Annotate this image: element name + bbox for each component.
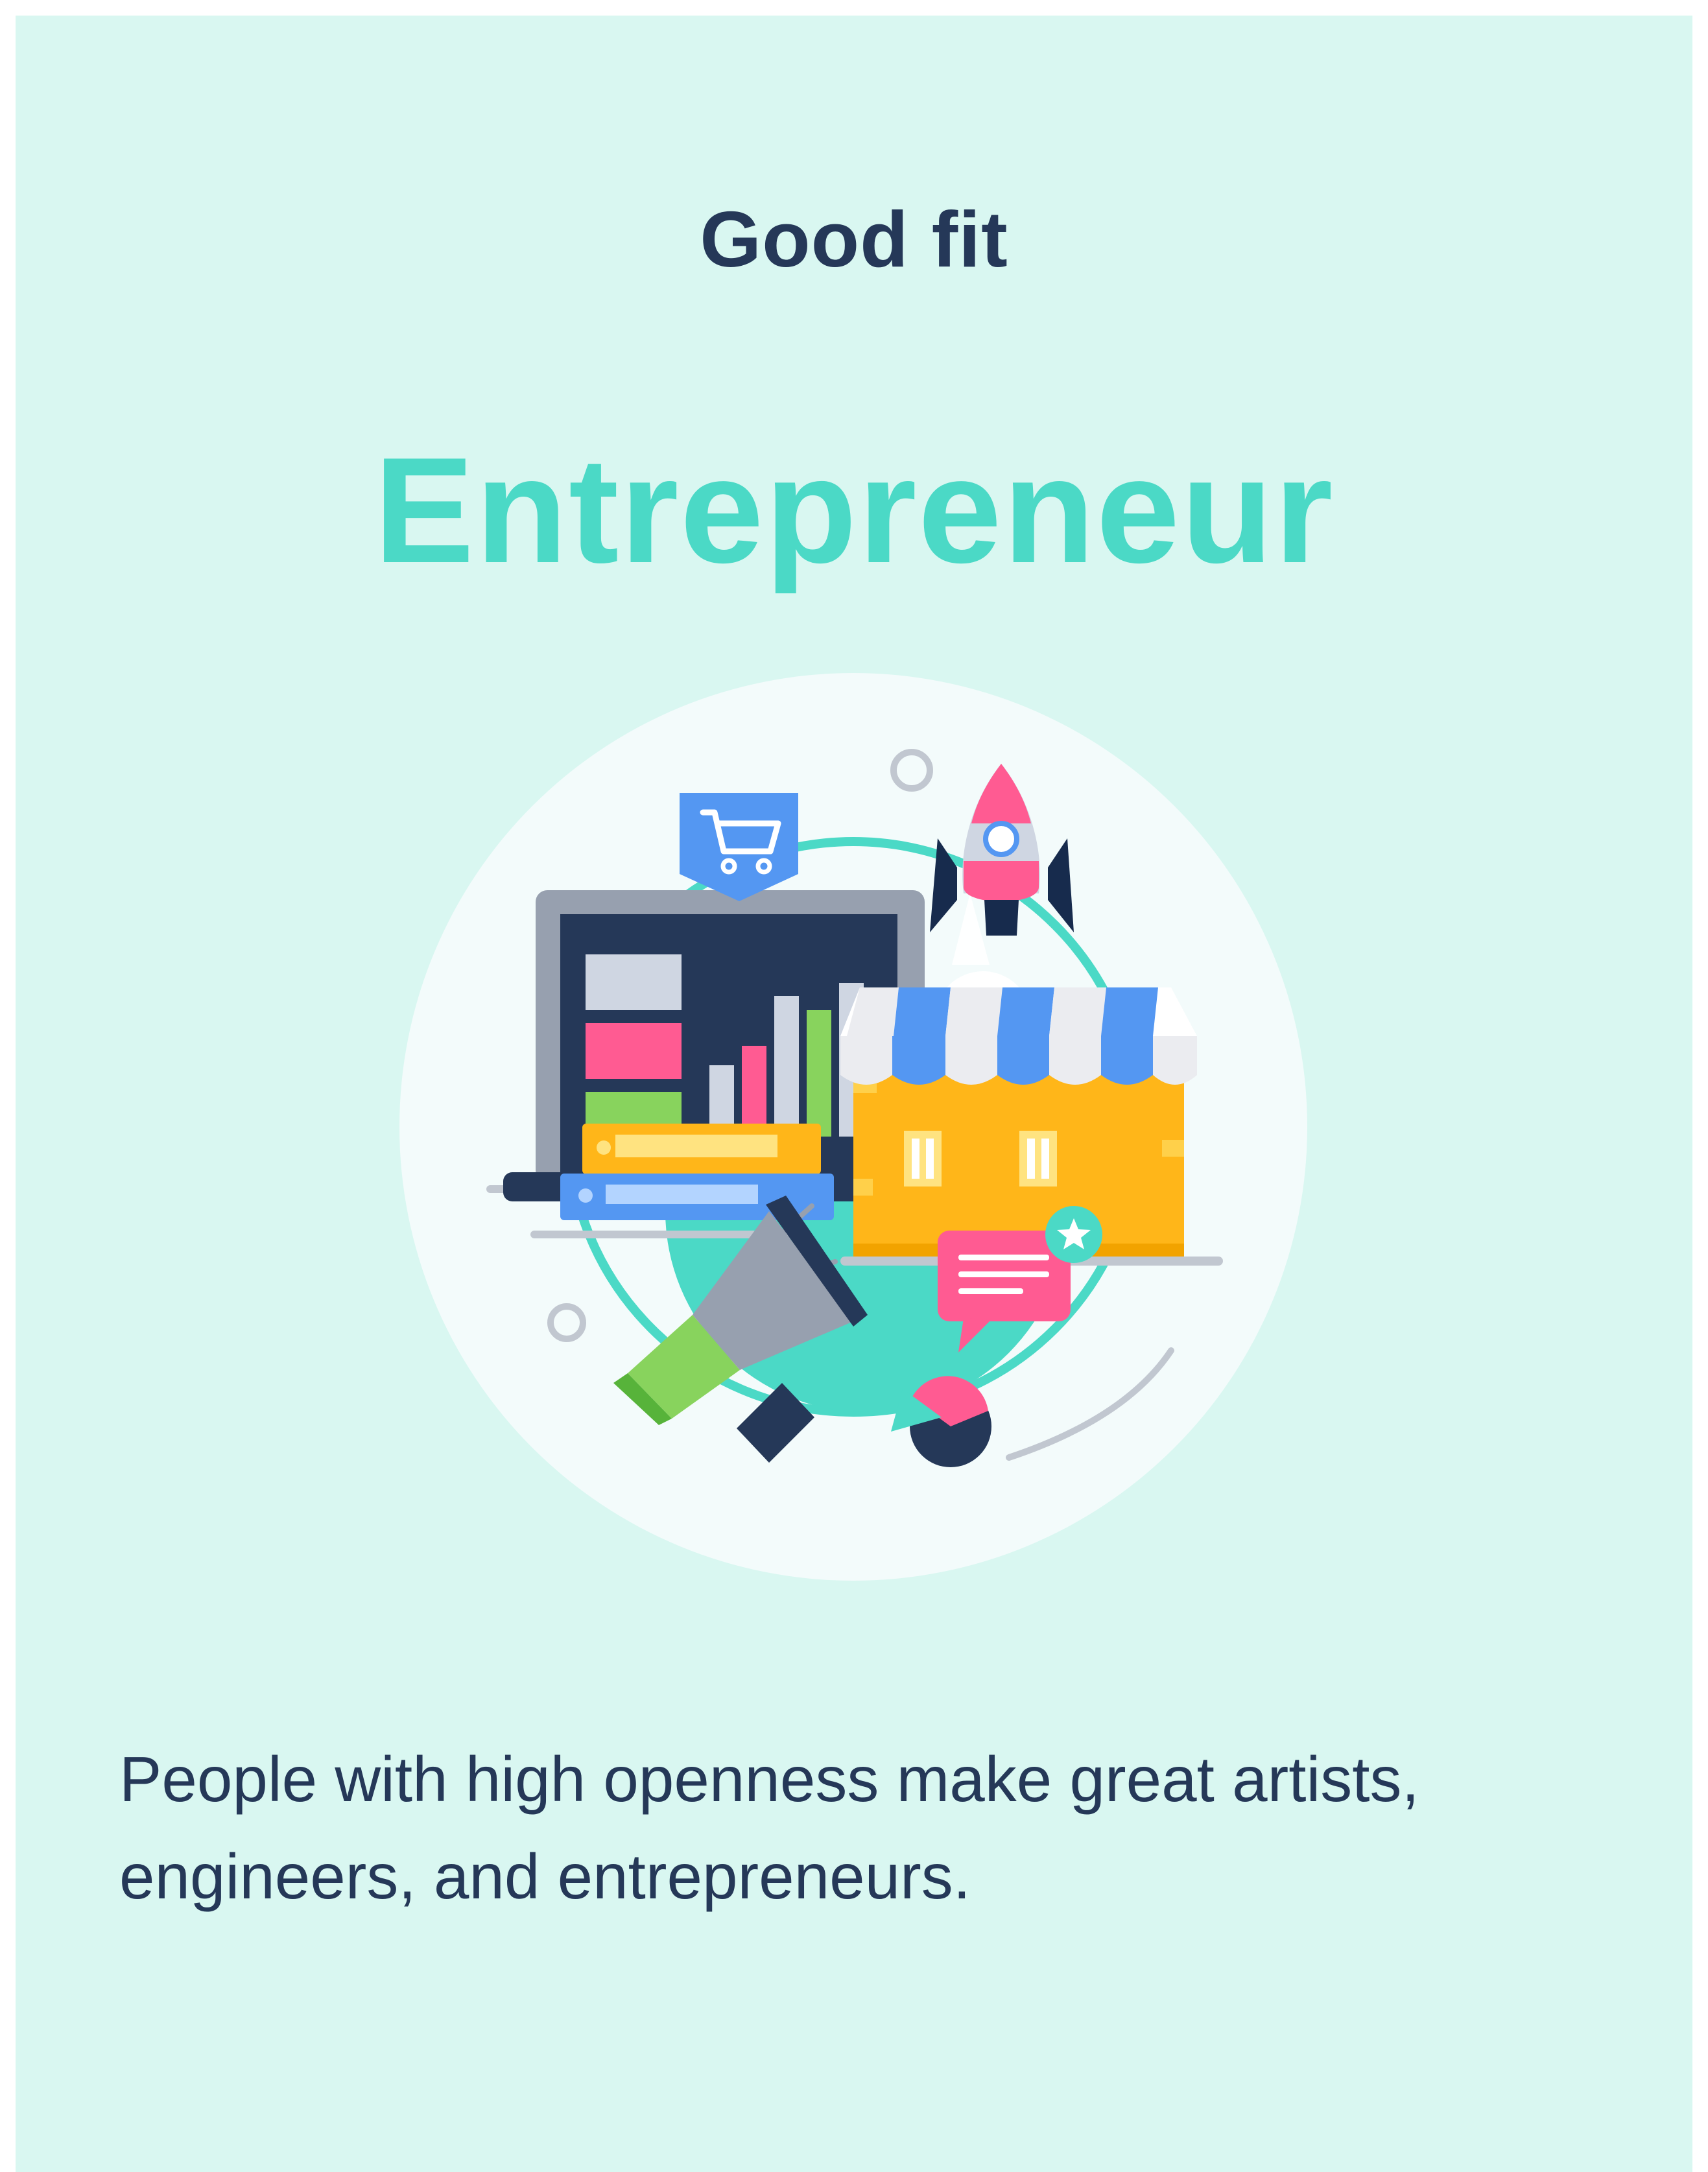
fit-label: Good fit (700, 195, 1008, 283)
description-text: People with high openness make great art… (119, 1743, 1419, 1912)
entrepreneur-illustration (399, 673, 1307, 1581)
result-card: Good fit Entrepreneur People with high o… (16, 16, 1692, 2172)
storefront-icon (840, 987, 1223, 1266)
career-title: Entrepreneur (374, 427, 1334, 595)
